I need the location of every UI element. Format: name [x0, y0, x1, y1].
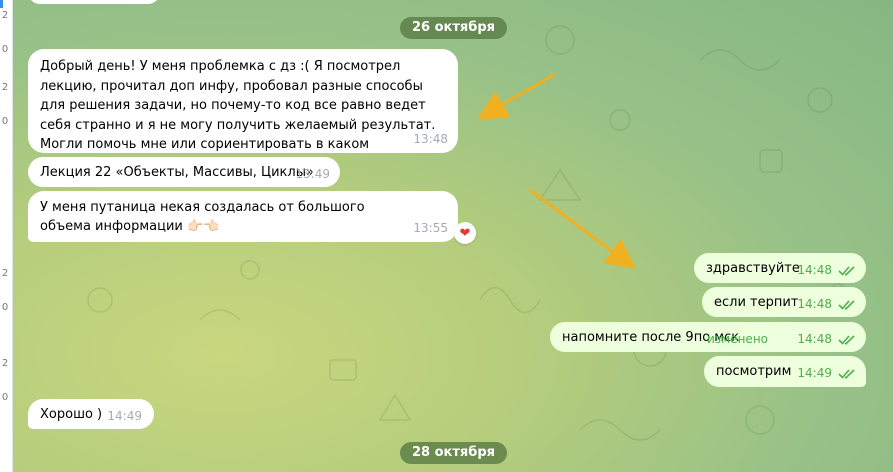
annotation-arrow [477, 72, 637, 269]
